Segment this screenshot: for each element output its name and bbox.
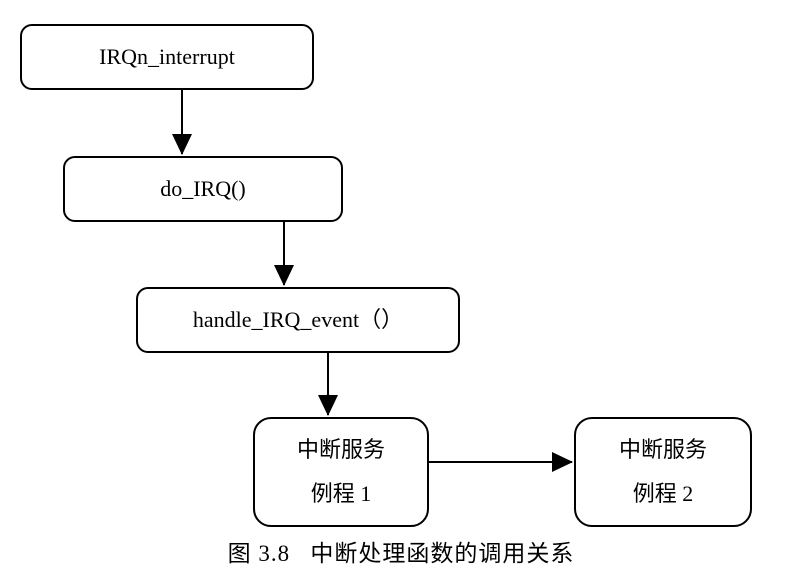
node-irqn-interrupt: IRQn_interrupt (20, 24, 314, 90)
routine1-line2: 例程 1 (310, 481, 372, 506)
arrowhead-irqn-to-doirq (172, 134, 192, 155)
routine1-line1: 中断服务 (296, 437, 385, 462)
routine2-line1: 中断服务 (618, 437, 707, 462)
node-irqn-interrupt-label: IRQn_interrupt (99, 43, 235, 69)
node-handle-irq-event: handle_IRQ_event（） (136, 287, 460, 353)
node-handle-irq-event-label: handle_IRQ_event（） (192, 306, 404, 332)
routine2-line2: 例程 2 (632, 481, 694, 506)
node-interrupt-service-routine-2: 中断服务 例程 2 (574, 417, 752, 527)
arrowhead-routine1-to-routine2 (552, 452, 573, 472)
node-do-irq-label: do_IRQ() (160, 175, 246, 201)
arrowhead-doirq-to-handle (274, 265, 294, 286)
arrowhead-handle-to-routine1 (318, 395, 338, 416)
node-interrupt-service-routine-1: 中断服务 例程 1 (253, 417, 429, 527)
node-do-irq: do_IRQ() (63, 156, 343, 222)
figure-caption: 图 3.8 中断处理函数的调用关系 (227, 541, 575, 566)
